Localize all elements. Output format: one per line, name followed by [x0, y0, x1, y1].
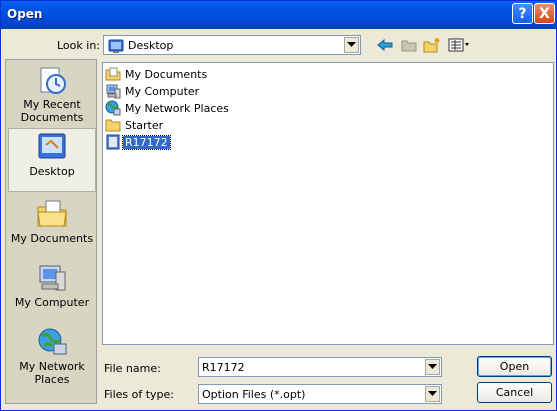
file-item-my-network-places[interactable]: My Network Places [105, 100, 231, 116]
desktop-icon [38, 133, 66, 159]
view-menu-button[interactable] [447, 36, 471, 54]
chevron-down-icon [428, 364, 437, 369]
file-item-starter[interactable]: Starter [105, 117, 165, 133]
open-dialog: Open ? X Look in: Desktop My Recent Docu… [0, 0, 557, 411]
network-icon [105, 100, 121, 116]
places-bar: My Recent Documents Desktop My Documents… [5, 59, 97, 404]
file-label: R17172 [122, 134, 171, 150]
look-in-label: Look in: [57, 39, 100, 52]
file-name-label: File name: [104, 362, 161, 375]
new-folder-button[interactable] [422, 36, 442, 54]
close-button[interactable]: X [534, 3, 555, 24]
place-label: My Documents [10, 232, 94, 245]
file-label: My Network Places [125, 101, 229, 115]
cancel-button[interactable]: Cancel [477, 382, 552, 403]
file-type-label: Files of type: [104, 388, 175, 401]
file-item-my-documents[interactable]: My Documents [105, 66, 209, 82]
close-icon: X [539, 5, 550, 22]
cancel-button-label: Cancel [495, 386, 534, 399]
file-name-input[interactable]: R17172 [202, 361, 245, 374]
back-arrow-icon [377, 38, 393, 52]
place-my-documents[interactable]: My Documents [8, 198, 96, 245]
place-label: Desktop [29, 165, 75, 178]
up-folder-icon [401, 40, 417, 52]
file-label: My Documents [125, 67, 208, 81]
file-type-select[interactable]: Option Files (*.opt) [198, 384, 442, 404]
place-network-places[interactable]: My Network Places [8, 326, 96, 386]
file-item-r17172[interactable]: R17172 [105, 134, 171, 150]
place-label: My Computer [14, 296, 90, 309]
place-label: My Recent Documents [20, 98, 84, 124]
recent-documents-icon [40, 67, 66, 94]
open-button[interactable]: Open [477, 356, 552, 377]
look-in-dropdown[interactable]: Desktop [103, 35, 361, 55]
my-computer-icon [39, 265, 66, 291]
option-file-icon [105, 134, 121, 150]
place-desktop[interactable]: Desktop [8, 128, 96, 192]
look-in-dropdown-arrow[interactable] [344, 37, 359, 53]
place-recent-documents[interactable]: My Recent Documents [8, 64, 96, 124]
chevron-down-icon [347, 42, 356, 47]
place-my-computer[interactable]: My Computer [8, 262, 96, 309]
file-label: My Computer [125, 84, 200, 98]
chevron-down-icon [428, 391, 437, 396]
file-name-combo[interactable]: R17172 [198, 357, 442, 377]
help-button[interactable]: ? [512, 3, 533, 24]
help-icon: ? [518, 5, 527, 22]
my-documents-icon [37, 200, 67, 227]
computer-icon [105, 83, 121, 99]
desktop-small-icon [108, 38, 124, 57]
folder-icon [105, 117, 121, 133]
folder-documents-icon [105, 66, 121, 82]
file-list[interactable]: My Documents My Computer My Network Plac… [102, 62, 554, 345]
file-item-my-computer[interactable]: My Computer [105, 83, 201, 99]
title-bar[interactable]: Open ? X [1, 1, 556, 29]
new-folder-icon [423, 38, 440, 53]
look-in-value: Desktop [128, 39, 174, 52]
back-button[interactable] [375, 36, 395, 54]
window-title: Open [7, 7, 43, 21]
place-label: My Network Places [19, 360, 85, 386]
open-button-label: Open [499, 360, 530, 373]
view-menu-icon [448, 38, 469, 52]
file-type-value: Option Files (*.opt) [202, 388, 306, 401]
network-places-icon [38, 328, 67, 355]
file-type-dropdown-arrow[interactable] [425, 386, 440, 402]
file-label: Starter [125, 118, 164, 132]
up-folder-button[interactable] [399, 36, 419, 54]
file-name-dropdown-arrow[interactable] [425, 359, 440, 375]
